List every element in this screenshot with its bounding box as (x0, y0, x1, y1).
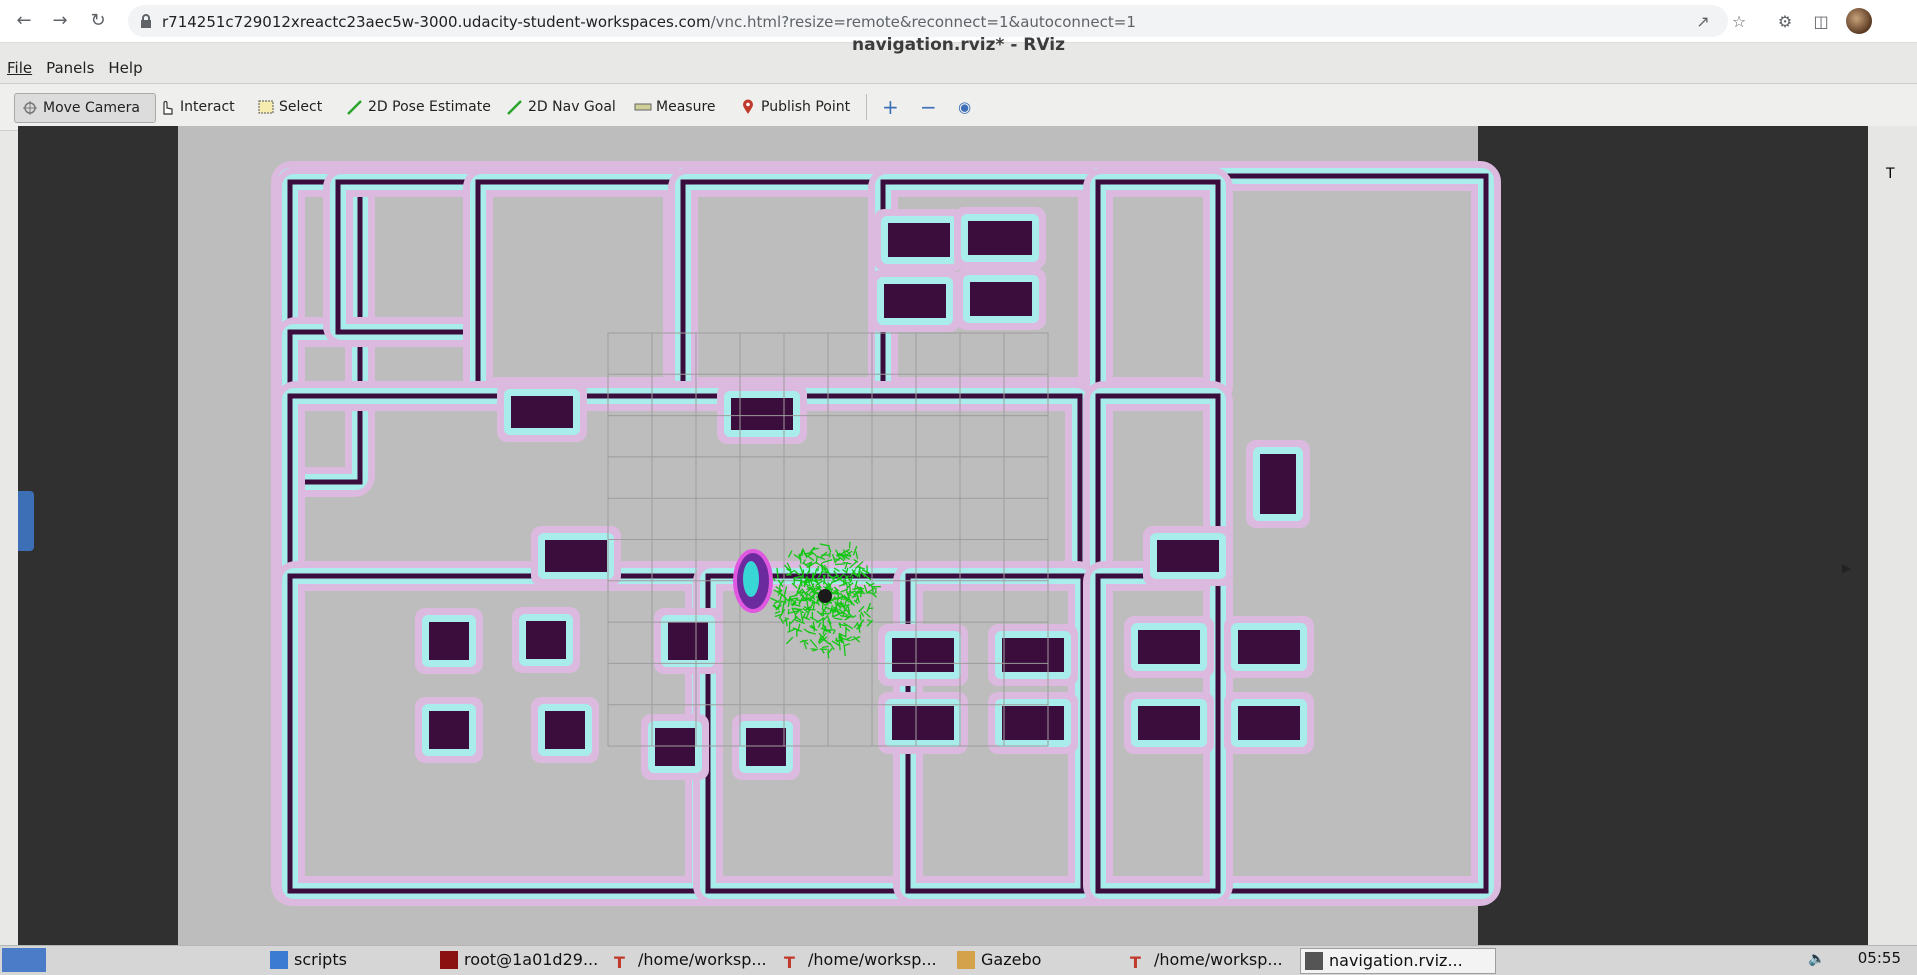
right-collapse-arrow-icon[interactable]: ▶ (1842, 561, 1851, 575)
vnc-desktop: navigation.rviz* - RViz FilePanelsHelp M… (0, 43, 1917, 945)
publish-point-tool[interactable]: Publish Point (739, 93, 850, 121)
nav-goal-label: 2D Nav Goal (528, 99, 616, 115)
taskbar-item-rviz[interactable]: navigation.rviz... (1300, 948, 1496, 974)
window-title: navigation.rviz* - RViz (0, 35, 1917, 55)
select-tool[interactable]: Select (257, 93, 322, 121)
select-label: Select (279, 99, 322, 115)
measure-label: Measure (656, 99, 716, 115)
interact-tool[interactable]: Interact (158, 93, 235, 121)
ruler-icon (634, 99, 652, 115)
taskbar-item-home-1[interactable]: T/home/worksp... (610, 948, 798, 972)
url-text: r714251c729012xreactc23aec5w-3000.udacit… (162, 13, 1136, 31)
forward-icon[interactable]: → (48, 9, 72, 33)
menu-file[interactable]: File (0, 57, 39, 79)
menu-bar: FilePanelsHelp (0, 57, 150, 81)
rviz-toolbar: Move Camera Interact Select 2D Pose Esti… (0, 83, 1917, 131)
add-tool-icon[interactable]: + (882, 93, 899, 121)
profile-avatar[interactable] (1846, 8, 1872, 34)
taskbar-item-scripts[interactable]: scripts (266, 948, 454, 972)
side-panel-icon[interactable]: ◫ (1810, 11, 1832, 33)
select-box-icon (257, 99, 275, 115)
taskbar: scripts root@1a01d29... T/home/worksp...… (0, 945, 1917, 975)
move-camera-tool[interactable]: Move Camera (14, 93, 156, 123)
terminator-icon: T (1130, 951, 1148, 969)
taskbar-item-home-3[interactable]: T/home/worksp... (1126, 948, 1314, 972)
quick-launch-icons[interactable] (64, 948, 160, 972)
menu-help[interactable]: Help (101, 57, 149, 79)
pose-estimate-tool[interactable]: 2D Pose Estimate (346, 93, 491, 121)
move-camera-icon (21, 100, 39, 116)
remove-tool-icon[interactable]: − (920, 93, 937, 121)
right-panel-label: T (1886, 166, 1895, 182)
start-menu-icon[interactable] (2, 948, 46, 972)
address-bar[interactable]: r714251c729012xreactc23aec5w-3000.udacit… (128, 5, 1728, 37)
occupancy-map (18, 126, 1868, 952)
lock-icon (138, 13, 154, 29)
terminal-icon (440, 951, 458, 969)
tool-properties-eye-icon[interactable]: ◉ (958, 93, 971, 121)
reload-icon[interactable]: ↻ (86, 9, 110, 33)
menu-panels[interactable]: Panels (39, 57, 101, 79)
clock: 05:55 (1858, 949, 1901, 967)
taskbar-item-terminal[interactable]: root@1a01d29... (436, 948, 628, 972)
rviz-icon (1305, 952, 1323, 970)
folder-icon (270, 951, 288, 969)
nav-goal-tool[interactable]: 2D Nav Goal (506, 93, 616, 121)
terminator-icon: T (614, 951, 632, 969)
taskbar-item-home-2[interactable]: T/home/worksp... (780, 948, 968, 972)
interact-label: Interact (180, 99, 235, 115)
extensions-puzzle-icon[interactable]: ⚙ (1774, 11, 1796, 33)
toolbar-separator (866, 94, 867, 120)
volume-icon[interactable]: 🔈 (1808, 951, 1825, 967)
measure-tool[interactable]: Measure (634, 93, 716, 121)
bookmark-star-icon[interactable]: ☆ (1728, 11, 1750, 33)
pose-estimate-label: 2D Pose Estimate (368, 99, 491, 115)
robot-position-dot (818, 589, 832, 603)
left-dock-handle[interactable] (18, 491, 34, 551)
terminator-icon: T (784, 951, 802, 969)
share-icon[interactable]: ↗ (1692, 11, 1714, 33)
rviz-render-panel[interactable] (18, 126, 1868, 952)
taskbar-item-gazebo[interactable]: Gazebo (953, 948, 1141, 972)
nav-goal-arrow-icon (506, 99, 524, 115)
hand-pointer-icon (158, 99, 176, 115)
right-dock-panel: T ▶ (1868, 126, 1917, 952)
map-pin-icon (739, 99, 757, 115)
back-icon[interactable]: ← (12, 9, 36, 33)
pose-estimate-arrow-icon (346, 99, 364, 115)
gazebo-icon (957, 951, 975, 969)
publish-point-label: Publish Point (761, 99, 850, 115)
move-camera-label: Move Camera (43, 100, 140, 116)
